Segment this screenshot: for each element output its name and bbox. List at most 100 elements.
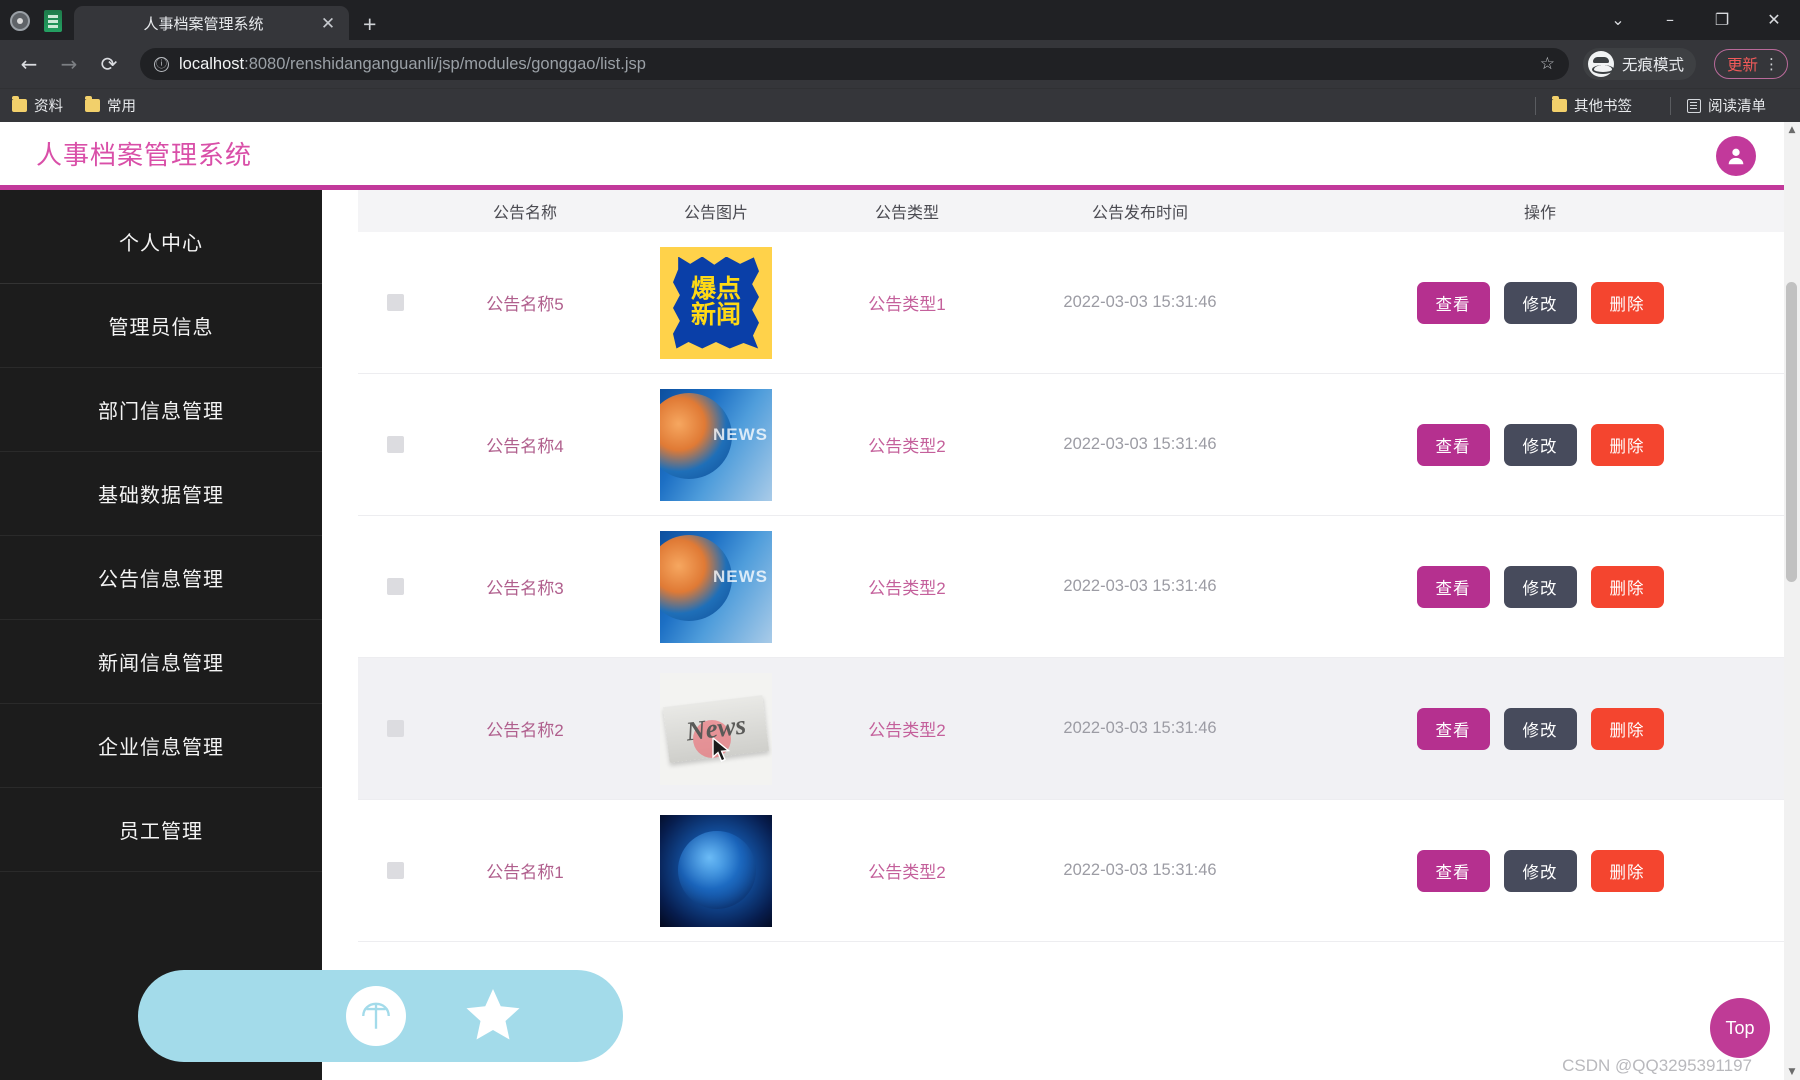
- announcement-type: 公告类型1: [868, 295, 946, 314]
- announcement-thumbnail[interactable]: [660, 814, 772, 927]
- divider: [1670, 96, 1671, 115]
- divider: [1535, 96, 1536, 115]
- browser-tab[interactable]: 人事档案管理系统 ✕: [74, 6, 349, 40]
- row-checkbox[interactable]: [386, 720, 404, 737]
- view-button[interactable]: 查看: [1416, 281, 1490, 324]
- bookmark-item[interactable]: 资料: [12, 95, 63, 116]
- delete-button[interactable]: 删除: [1590, 281, 1664, 324]
- window-close-icon[interactable]: ✕: [1748, 0, 1800, 40]
- extension-icon[interactable]: [44, 10, 62, 32]
- page-scrollbar[interactable]: ▲ ▼: [1784, 122, 1800, 1080]
- announcement-thumbnail[interactable]: 爆点 新闻: [660, 246, 772, 359]
- row-checkbox[interactable]: [386, 578, 404, 595]
- delete-button[interactable]: 删除: [1590, 565, 1664, 608]
- edit-button[interactable]: 修改: [1503, 707, 1577, 750]
- back-icon[interactable]: ←: [12, 47, 46, 81]
- close-icon[interactable]: ✕: [317, 15, 339, 32]
- row-operations-cell: 查看 修改 删除: [1280, 516, 1800, 657]
- scrollbar-thumb[interactable]: [1786, 282, 1797, 582]
- view-button[interactable]: 查看: [1416, 565, 1490, 608]
- scroll-down-arrow-icon[interactable]: ▼: [1784, 1064, 1800, 1080]
- row-checkbox[interactable]: [386, 436, 404, 453]
- tab-title: 人事档案管理系统: [143, 15, 264, 33]
- update-button[interactable]: 更新 ⋮: [1713, 49, 1788, 79]
- announcement-name-link[interactable]: 公告名称5: [486, 290, 563, 315]
- row-checkbox[interactable]: [386, 862, 404, 879]
- sidebar-item-employee-management[interactable]: 员工管理: [0, 788, 322, 872]
- row-name-cell[interactable]: 公告名称5: [432, 232, 618, 373]
- table-row[interactable]: 公告名称4 公告类型2 2022-03-03 15:31:46 查看 修改 删除: [358, 374, 1800, 516]
- bookmark-item[interactable]: 常用: [85, 95, 136, 116]
- row-checkbox-cell[interactable]: [358, 516, 432, 657]
- scroll-to-top-button[interactable]: Top: [1710, 998, 1770, 1058]
- table-row[interactable]: 公告名称1 公告类型2 2022-03-03 15:31:46 查看 修改 删除: [358, 800, 1800, 942]
- minimize-icon[interactable]: –: [1644, 0, 1696, 40]
- forward-icon[interactable]: →: [52, 47, 86, 81]
- table-row[interactable]: 公告名称5 爆点 新闻 公告类型1 2022-03-03 15:31:46 查看…: [358, 232, 1800, 374]
- row-checkbox[interactable]: [386, 294, 404, 311]
- row-image-cell[interactable]: 爆点 新闻: [618, 232, 814, 373]
- announcement-type: 公告类型2: [868, 721, 946, 740]
- maximize-icon[interactable]: ❐: [1696, 0, 1748, 40]
- umbrella-icon-button[interactable]: [346, 986, 406, 1046]
- edit-button[interactable]: 修改: [1503, 423, 1577, 466]
- column-header-time: 公告发布时间: [1091, 205, 1188, 222]
- reading-list-button[interactable]: 阅读清单: [1687, 95, 1766, 116]
- bookmark-star-icon[interactable]: ☆: [1540, 54, 1555, 74]
- sidebar-item-admin-info[interactable]: 管理员信息: [0, 284, 322, 368]
- row-name-cell[interactable]: 公告名称3: [432, 516, 618, 657]
- delete-button[interactable]: 删除: [1590, 423, 1664, 466]
- url-text: localhost:8080/renshidanganguanli/jsp/mo…: [179, 55, 646, 74]
- incognito-badge[interactable]: 无痕模式: [1582, 48, 1696, 80]
- sidebar-item-news-info[interactable]: 新闻信息管理: [0, 620, 322, 704]
- new-tab-button[interactable]: +: [363, 13, 376, 36]
- edit-button[interactable]: 修改: [1503, 281, 1577, 324]
- scroll-up-arrow-icon[interactable]: ▲: [1784, 122, 1800, 138]
- row-image-cell[interactable]: [618, 516, 814, 657]
- sidebar-item-department-info[interactable]: 部门信息管理: [0, 368, 322, 452]
- view-button[interactable]: 查看: [1416, 707, 1490, 750]
- announcement-name-link[interactable]: 公告名称2: [486, 716, 563, 741]
- row-name-cell[interactable]: 公告名称2: [432, 658, 618, 799]
- sidebar-item-personal-center[interactable]: 个人中心: [0, 200, 322, 284]
- sidebar-item-enterprise-info[interactable]: 企业信息管理: [0, 704, 322, 788]
- floating-action-panel[interactable]: [138, 970, 623, 1062]
- announcement-name-link[interactable]: 公告名称4: [486, 432, 563, 457]
- row-image-cell[interactable]: [618, 800, 814, 941]
- browser-logo-icon: [10, 11, 30, 31]
- edit-button[interactable]: 修改: [1503, 849, 1577, 892]
- row-name-cell[interactable]: 公告名称1: [432, 800, 618, 941]
- view-button[interactable]: 查看: [1416, 423, 1490, 466]
- announcement-thumbnail[interactable]: News: [660, 672, 772, 785]
- announcement-thumbnail[interactable]: [660, 530, 772, 643]
- row-image-cell[interactable]: News: [618, 658, 814, 799]
- delete-button[interactable]: 删除: [1590, 707, 1664, 750]
- delete-button[interactable]: 删除: [1590, 849, 1664, 892]
- table-row[interactable]: 公告名称2 News 公告类型2 2022-03-03 15:31:46 查看 …: [358, 658, 1800, 800]
- address-bar[interactable]: ⓘ localhost:8080/renshidanganguanli/jsp/…: [140, 48, 1569, 80]
- row-checkbox-cell[interactable]: [358, 232, 432, 373]
- more-options-icon[interactable]: ⋮: [1764, 57, 1779, 72]
- sidebar-item-basic-data[interactable]: 基础数据管理: [0, 452, 322, 536]
- table-row[interactable]: 公告名称3 公告类型2 2022-03-03 15:31:46 查看 修改 删除: [358, 516, 1800, 658]
- other-bookmarks-button[interactable]: 其他书签: [1552, 95, 1632, 116]
- column-header-image: 公告图片: [683, 205, 748, 222]
- announcement-thumbnail[interactable]: [660, 388, 772, 501]
- announcement-name-link[interactable]: 公告名称3: [486, 574, 563, 599]
- row-checkbox-cell[interactable]: [358, 658, 432, 799]
- row-checkbox-cell[interactable]: [358, 374, 432, 515]
- row-checkbox-cell[interactable]: [358, 800, 432, 941]
- row-name-cell[interactable]: 公告名称4: [432, 374, 618, 515]
- star-icon-button[interactable]: [462, 984, 524, 1049]
- avatar[interactable]: [1716, 136, 1756, 176]
- view-button[interactable]: 查看: [1416, 849, 1490, 892]
- site-info-icon[interactable]: ⓘ: [154, 56, 169, 72]
- publish-time: 2022-03-03 15:31:46: [1063, 719, 1217, 737]
- chevron-down-icon[interactable]: ⌄: [1592, 0, 1644, 40]
- sidebar-item-announcement-info[interactable]: 公告信息管理: [0, 536, 322, 620]
- row-image-cell[interactable]: [618, 374, 814, 515]
- edit-button[interactable]: 修改: [1503, 565, 1577, 608]
- announcement-name-link[interactable]: 公告名称1: [486, 858, 563, 883]
- reload-icon[interactable]: ⟳: [92, 47, 126, 81]
- page-body: 个人中心 管理员信息 部门信息管理 基础数据管理 公告信息管理 新闻信息管理 企…: [0, 190, 1800, 1080]
